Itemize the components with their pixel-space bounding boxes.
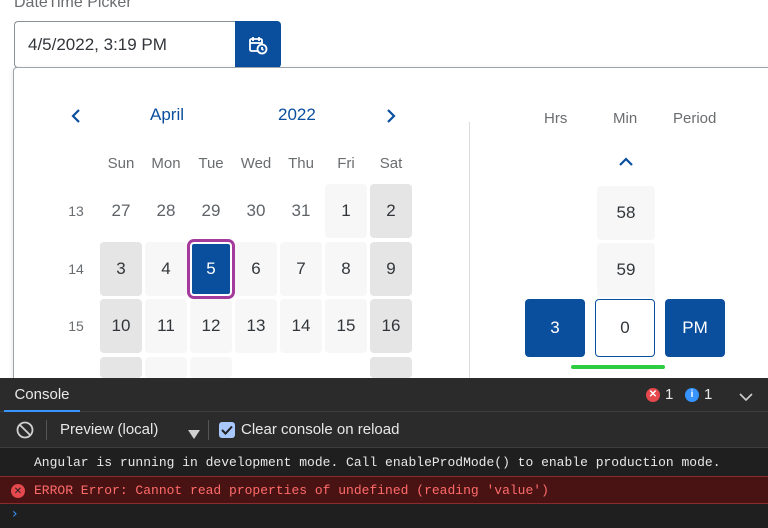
day-cell[interactable]: 2: [370, 184, 412, 238]
week-number: 15: [68, 318, 84, 334]
block-icon: [16, 421, 34, 439]
day-cell[interactable]: 15: [325, 299, 367, 353]
console-prompt-icon[interactable]: ›: [12, 506, 18, 522]
day-cell[interactable]: 30: [235, 184, 277, 238]
day-cell[interactable]: 3: [100, 242, 142, 296]
hours-header: Hrs: [544, 110, 568, 127]
week-number: 14: [68, 261, 84, 277]
error-count: 1: [665, 386, 674, 403]
focus-indicator: [571, 365, 665, 369]
picker-label: DateTime Picker: [14, 0, 132, 11]
error-icon: ✕: [646, 387, 660, 402]
console-panel: Console ✕ 1 i 1 Preview (local) Clear co…: [0, 378, 768, 528]
datetime-input-group: [14, 21, 281, 68]
day-cell-partial[interactable]: [370, 357, 412, 378]
day-cell[interactable]: 31: [280, 184, 322, 238]
month-selector[interactable]: April: [150, 105, 184, 125]
weekday-tue: Tue: [198, 155, 224, 172]
day-cell[interactable]: 29: [190, 184, 232, 238]
day-cell[interactable]: 27: [100, 184, 142, 238]
day-cell[interactable]: 14: [280, 299, 322, 353]
tab-console[interactable]: Console: [4, 378, 80, 412]
error-message-text: ERROR Error: Cannot read properties of u…: [34, 482, 549, 498]
info-count-badge[interactable]: i 1: [685, 386, 712, 403]
minute-option[interactable]: 58: [597, 186, 655, 240]
clear-on-reload-checkbox[interactable]: [219, 422, 235, 438]
period-header: Period: [673, 110, 717, 127]
previous-month-button[interactable]: [66, 104, 86, 128]
console-message-error: ✕ ERROR Error: Cannot read properties of…: [0, 476, 768, 504]
period-value-button[interactable]: PM: [665, 299, 725, 357]
day-cell[interactable]: 28: [145, 184, 187, 238]
hours-value-button[interactable]: 3: [525, 299, 585, 357]
next-month-button[interactable]: [381, 104, 401, 128]
minutes-up-button[interactable]: [616, 154, 636, 170]
minute-option[interactable]: 59: [597, 243, 655, 297]
day-cell[interactable]: 16: [370, 299, 412, 353]
minutes-value-input[interactable]: 0: [595, 299, 655, 357]
toolbar-separator: [208, 420, 209, 440]
weekday-thu: Thu: [288, 155, 314, 172]
minutes-header: Min: [613, 110, 638, 127]
clear-console-button[interactable]: [16, 421, 34, 444]
console-toolbar: Preview (local) Clear console on reload: [0, 412, 768, 448]
day-cell[interactable]: 7: [280, 242, 322, 296]
day-cell-partial[interactable]: [100, 357, 142, 378]
checkmark-icon: [221, 425, 233, 435]
day-cell[interactable]: 11: [145, 299, 187, 353]
clear-on-reload-label: Clear console on reload: [241, 421, 400, 438]
datetime-input[interactable]: [14, 21, 236, 68]
day-cell-selected[interactable]: 5: [187, 239, 235, 299]
toolbar-separator: [46, 420, 47, 440]
day-cell[interactable]: 1: [325, 184, 367, 238]
weekday-fri: Fri: [337, 155, 355, 172]
open-picker-button[interactable]: [235, 21, 281, 68]
weekday-wed: Wed: [240, 155, 272, 172]
weekday-sun: Sun: [107, 155, 135, 172]
day-cell[interactable]: 10: [100, 299, 142, 353]
week-number: 13: [68, 203, 84, 219]
console-message-info: Angular is running in development mode. …: [34, 454, 721, 470]
info-count: 1: [704, 386, 713, 403]
calendar-time-divider: [469, 122, 470, 382]
preview-dropdown-arrow[interactable]: [188, 426, 200, 444]
console-tab-bar: Console ✕ 1 i 1: [0, 378, 768, 412]
caret-down-icon: [188, 430, 200, 439]
day-cell-partial[interactable]: [145, 357, 187, 378]
chevron-down-icon: [739, 393, 753, 402]
day-cell[interactable]: 4: [145, 242, 187, 296]
day-cell[interactable]: 6: [235, 242, 277, 296]
day-cell[interactable]: 9: [370, 242, 412, 296]
chevron-right-icon: [387, 109, 396, 123]
error-count-badge[interactable]: ✕ 1: [646, 386, 673, 403]
info-icon: i: [685, 387, 699, 402]
year-selector[interactable]: 2022: [278, 105, 316, 125]
chevron-up-icon: [619, 157, 633, 166]
day-cell[interactable]: 13: [235, 299, 277, 353]
preview-select[interactable]: Preview (local): [60, 421, 158, 438]
collapse-console-button[interactable]: [739, 389, 753, 407]
error-icon: ✕: [11, 484, 25, 498]
calendar-clock-icon: [249, 36, 268, 54]
weekday-sat: Sat: [379, 155, 403, 172]
chevron-left-icon: [71, 109, 80, 123]
day-cell-partial[interactable]: [190, 357, 232, 378]
day-cell[interactable]: 8: [325, 242, 367, 296]
day-cell[interactable]: 12: [190, 299, 232, 353]
weekday-mon: Mon: [151, 155, 181, 172]
